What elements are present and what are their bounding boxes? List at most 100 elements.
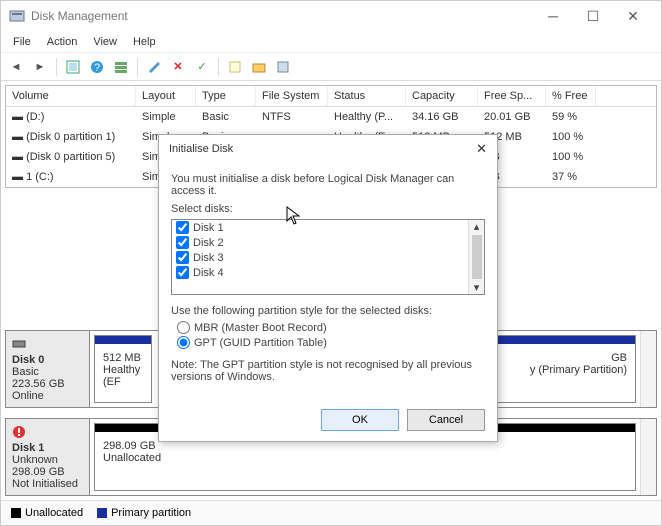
disk-label: Disk 2 (193, 237, 224, 249)
col-volume[interactable]: Volume (6, 86, 136, 106)
ok-button[interactable]: OK (321, 409, 399, 431)
disk-checkbox[interactable] (176, 221, 189, 234)
disk-select-inner: Disk 1 Disk 2 Disk 3 Disk 4 (172, 220, 468, 294)
close-button[interactable]: ✕ (613, 2, 653, 30)
gpt-radio-row[interactable]: GPT (GUID Partition Table) (177, 336, 485, 349)
partition-size: 512 MB (103, 352, 143, 364)
disk-select-list: Disk 1 Disk 2 Disk 3 Disk 4 ▴▾ (171, 219, 485, 295)
separator (218, 58, 219, 76)
maximize-button[interactable]: ☐ (573, 2, 613, 30)
refresh-icon[interactable] (62, 56, 84, 78)
col-freespace[interactable]: Free Sp... (478, 86, 546, 106)
volume-row[interactable]: ▬ (D:) Simple Basic NTFS Healthy (P... 3… (6, 107, 656, 127)
dialog-titlebar[interactable]: Initialise Disk ✕ (159, 135, 497, 163)
dialog-buttons: OK Cancel (159, 399, 497, 441)
mbr-radio-row[interactable]: MBR (Master Boot Record) (177, 321, 485, 334)
delete-icon[interactable]: ✕ (167, 56, 189, 78)
legend-label: Primary partition (111, 507, 191, 519)
menu-bar: File Action View Help (1, 31, 661, 53)
cell: Simple (136, 109, 196, 125)
new-icon[interactable] (224, 56, 246, 78)
disk-label: Disk 1 (193, 222, 224, 234)
scrollbar[interactable] (640, 331, 656, 407)
volume-icon: ▬ (12, 131, 26, 143)
toolbar: ◄ ► ? ✕ ✓ (1, 53, 661, 81)
menu-view[interactable]: View (85, 34, 125, 50)
disk-0-info: Disk 0 Basic 223.56 GB Online (6, 331, 90, 407)
cell: 20.01 GB (478, 109, 546, 125)
legend-unallocated: Unallocated (11, 507, 83, 519)
col-type[interactable]: Type (196, 86, 256, 106)
cell: 100 % (546, 149, 596, 165)
col-status[interactable]: Status (328, 86, 406, 106)
partition-status: Healthy (EF (103, 364, 143, 388)
disk-checkbox-row[interactable]: Disk 2 (172, 235, 468, 250)
swatch-icon (97, 508, 107, 518)
mbr-radio[interactable] (177, 321, 190, 334)
volume-icon: ▬ (12, 151, 26, 163)
cancel-button[interactable]: Cancel (407, 409, 485, 431)
initialise-disk-dialog: Initialise Disk ✕ You must initialise a … (158, 134, 498, 442)
forward-icon[interactable]: ► (29, 56, 51, 78)
disk-checkbox-row[interactable]: Disk 3 (172, 250, 468, 265)
disk-checkbox-row[interactable]: Disk 1 (172, 220, 468, 235)
disk-name: Disk 1 (12, 442, 44, 454)
disk-size: 298.09 GB (12, 466, 65, 478)
warning-icon (12, 425, 26, 439)
help-icon[interactable]: ? (86, 56, 108, 78)
cell: 34.16 GB (406, 109, 478, 125)
back-icon[interactable]: ◄ (5, 56, 27, 78)
cell: NTFS (256, 109, 328, 125)
scrollbar[interactable]: ▴▾ (468, 220, 484, 294)
scrollbar[interactable] (640, 419, 656, 495)
disk-checkbox[interactable] (176, 236, 189, 249)
window-titlebar: Disk Management ─ ☐ ✕ (1, 1, 661, 31)
disk-state: Online (12, 390, 44, 402)
disk-state: Not Initialised (12, 478, 78, 490)
menu-action[interactable]: Action (39, 34, 86, 50)
menu-help[interactable]: Help (125, 34, 164, 50)
open-icon[interactable] (248, 56, 270, 78)
cell: 59 % (546, 109, 596, 125)
col-capacity[interactable]: Capacity (406, 86, 478, 106)
disk-label: Disk 4 (193, 267, 224, 279)
list-icon[interactable] (110, 56, 132, 78)
col-layout[interactable]: Layout (136, 86, 196, 106)
properties-icon[interactable] (272, 56, 294, 78)
legend-label: Unallocated (25, 507, 83, 519)
dialog-title: Initialise Disk (169, 143, 476, 155)
legend-primary: Primary partition (97, 507, 191, 519)
action-icon[interactable] (143, 56, 165, 78)
partition[interactable]: 512 MB Healthy (EF (94, 335, 152, 403)
scroll-down-icon[interactable]: ▾ (474, 281, 480, 294)
cell: Healthy (P... (328, 109, 406, 125)
col-pctfree[interactable]: % Free (546, 86, 596, 106)
minimize-button[interactable]: ─ (533, 2, 573, 30)
partition-status: Unallocated (103, 452, 627, 464)
swatch-icon (11, 508, 21, 518)
close-icon[interactable]: ✕ (476, 141, 487, 157)
partition-stripe (95, 336, 151, 344)
scroll-up-icon[interactable]: ▴ (474, 220, 480, 233)
gpt-radio[interactable] (177, 336, 190, 349)
menu-file[interactable]: File (5, 34, 39, 50)
disk-checkbox[interactable] (176, 251, 189, 264)
select-disks-label: Select disks: (171, 203, 485, 215)
volume-icon: ▬ (12, 171, 26, 183)
volume-name: (D:) (26, 111, 44, 123)
disk-label: Disk 3 (193, 252, 224, 264)
cell: Basic (196, 109, 256, 125)
gpt-label: GPT (GUID Partition Table) (194, 337, 327, 349)
disk-checkbox-row[interactable]: Disk 4 (172, 265, 468, 280)
separator (56, 58, 57, 76)
volume-list-header: Volume Layout Type File System Status Ca… (6, 86, 656, 107)
col-filesystem[interactable]: File System (256, 86, 328, 106)
disk-size: 223.56 GB (12, 378, 65, 390)
mbr-label: MBR (Master Boot Record) (194, 322, 327, 334)
disk-kind: Unknown (12, 454, 58, 466)
disk-checkbox[interactable] (176, 266, 189, 279)
disk-kind: Basic (12, 366, 39, 378)
volume-name: 1 (C:) (26, 171, 54, 183)
check-icon[interactable]: ✓ (191, 56, 213, 78)
volume-icon: ▬ (12, 111, 26, 123)
